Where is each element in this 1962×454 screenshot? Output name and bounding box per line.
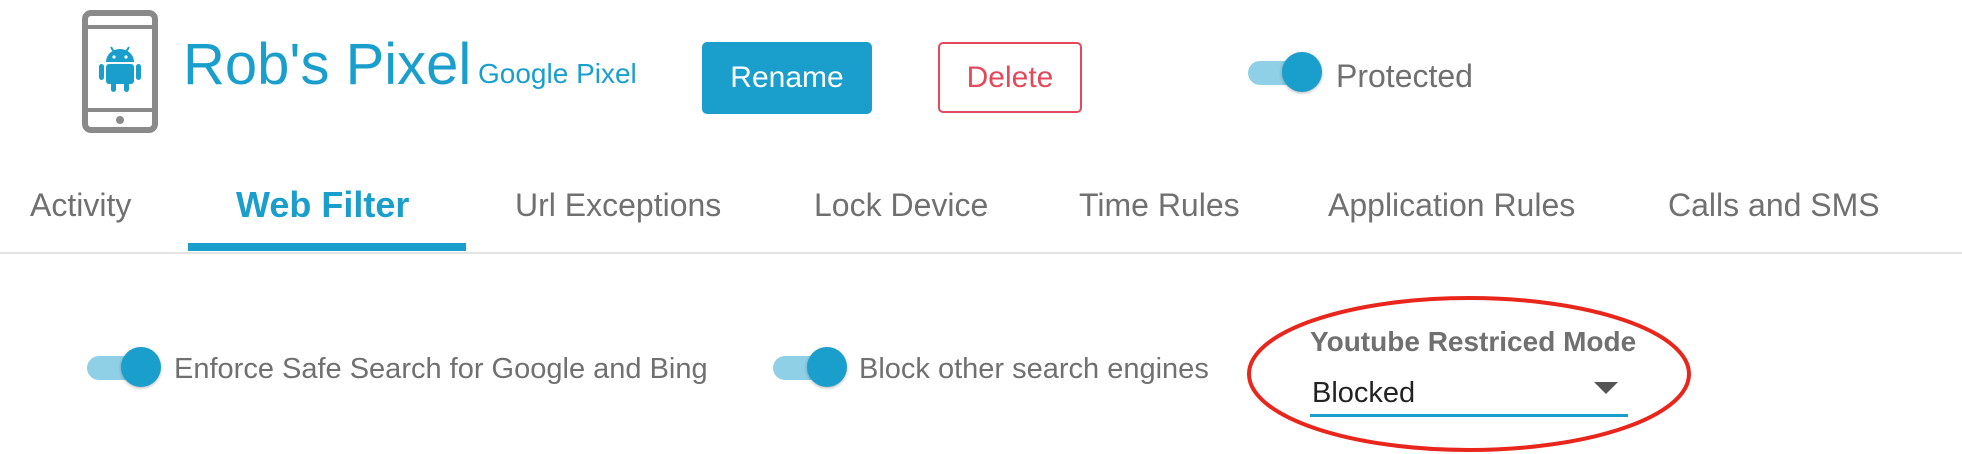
tabs-divider: [0, 252, 1962, 254]
protected-toggle[interactable]: [1248, 50, 1322, 94]
safe-search-label: Enforce Safe Search for Google and Bing: [174, 353, 708, 385]
tab-time-rules[interactable]: Time Rules: [1079, 175, 1240, 235]
tab-calls-and-sms[interactable]: Calls and SMS: [1668, 175, 1880, 235]
tab-web-filter[interactable]: Web Filter: [236, 175, 409, 235]
active-tab-indicator: [188, 243, 466, 251]
tab-bar: Activity Web Filter Url Exceptions Lock …: [0, 175, 1962, 253]
youtube-restricted-mode-label: Youtube Restriced Mode: [1310, 326, 1637, 357]
device-name: Rob's Pixel: [183, 32, 472, 97]
toggle-knob: [121, 347, 161, 387]
tab-url-exceptions[interactable]: Url Exceptions: [515, 175, 721, 235]
youtube-restricted-mode-value: Blocked: [1312, 377, 1416, 409]
android-phone-icon: [82, 10, 158, 133]
toggle-knob: [807, 347, 847, 387]
safe-search-toggle[interactable]: [87, 345, 161, 389]
chevron-down-icon: [1594, 382, 1618, 394]
toggle-knob: [1282, 52, 1322, 92]
tab-lock-device[interactable]: Lock Device: [814, 175, 988, 235]
block-search-engines-toggle[interactable]: [773, 345, 847, 389]
tab-activity[interactable]: Activity: [30, 175, 131, 235]
protected-label: Protected: [1336, 58, 1473, 94]
tab-application-rules[interactable]: Application Rules: [1328, 175, 1575, 235]
block-search-engines-label: Block other search engines: [859, 353, 1209, 385]
rename-button[interactable]: Rename: [702, 42, 872, 114]
youtube-restricted-mode-select[interactable]: Blocked: [1310, 372, 1628, 417]
device-model: Google Pixel: [478, 58, 637, 89]
delete-button[interactable]: Delete: [938, 42, 1082, 113]
